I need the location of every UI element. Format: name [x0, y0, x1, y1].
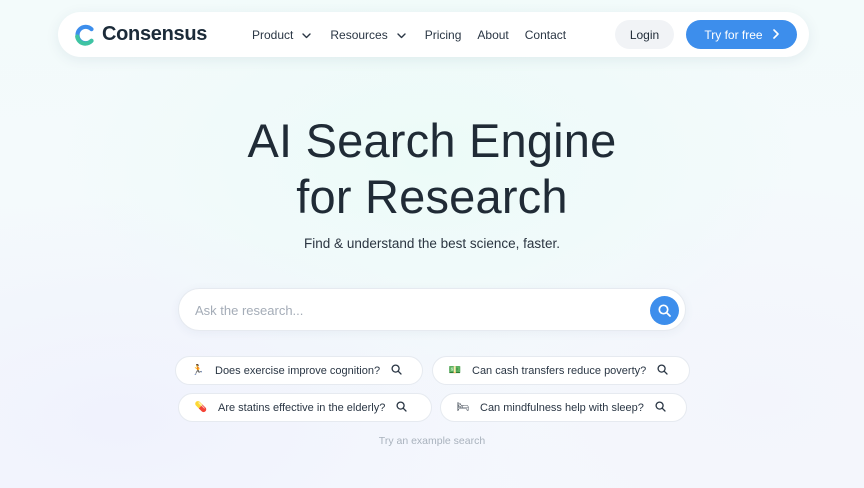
nav-links: Product Resources Pricing About Contact	[252, 12, 582, 57]
chevron-down-icon	[397, 28, 406, 42]
example-search-label: Are statins effective in the elderly?	[218, 401, 386, 414]
consensus-logo-icon	[75, 24, 94, 46]
search-icon	[655, 399, 666, 417]
brand-name: Consensus	[102, 23, 208, 45]
search-button[interactable]	[650, 296, 679, 325]
search-icon	[391, 362, 402, 380]
nav-about[interactable]: About	[477, 28, 508, 42]
runner-icon: 🏃	[191, 365, 205, 376]
hero-title-line-2: for Research	[296, 170, 568, 223]
top-navbar: Consensus Product Resources Pricing Abou…	[58, 12, 809, 57]
search-icon	[657, 362, 668, 380]
hero-title: AI Search Engine for Research	[0, 113, 864, 225]
bed-icon: 🛏	[456, 402, 470, 413]
example-search-chip[interactable]: 💵 Can cash transfers reduce poverty?	[432, 356, 690, 385]
nav-pricing-label: Pricing	[424, 27, 462, 42]
example-search-chip[interactable]: 🏃 Does exercise improve cognition?	[175, 356, 423, 385]
example-search-label: Does exercise improve cognition?	[215, 364, 381, 377]
example-search-label: Can cash transfers reduce poverty?	[472, 364, 647, 377]
nav-contact-label: Contact	[524, 27, 567, 42]
pill-icon: 💊	[194, 402, 208, 413]
try-for-free-button[interactable]: Try for free	[686, 20, 797, 49]
search-icon	[658, 304, 671, 317]
nav-resources-label: Resources	[330, 27, 388, 42]
chevron-down-icon	[302, 28, 312, 42]
nav-about-label: About	[477, 27, 509, 42]
example-search-label: Can mindfulness help with sleep?	[480, 401, 644, 414]
nav-product[interactable]: Product	[252, 27, 312, 42]
nav-resources[interactable]: Resources	[330, 27, 406, 42]
hero-subtitle: Find & understand the best science, fast…	[304, 236, 560, 251]
nav-contact[interactable]: Contact	[525, 28, 566, 42]
nav-pricing[interactable]: Pricing	[425, 28, 462, 42]
example-search-chip[interactable]: 💊 Are statins effective in the elderly?	[178, 393, 432, 422]
search-icon	[396, 399, 407, 417]
login-button[interactable]: Login	[615, 20, 674, 49]
search-bar	[178, 288, 686, 331]
nav-product-label: Product	[252, 27, 294, 42]
brand[interactable]: Consensus	[74, 23, 207, 46]
example-search-hint: Try an example search	[378, 435, 486, 447]
money-icon: 💵	[448, 365, 462, 376]
example-search-chip[interactable]: 🛏 Can mindfulness help with sleep?	[440, 393, 687, 422]
search-input[interactable]	[195, 300, 635, 320]
chevron-right-icon	[772, 28, 779, 42]
hero-title-line-1: AI Search Engine	[247, 114, 617, 167]
try-for-free-label: Try for free	[704, 27, 763, 42]
